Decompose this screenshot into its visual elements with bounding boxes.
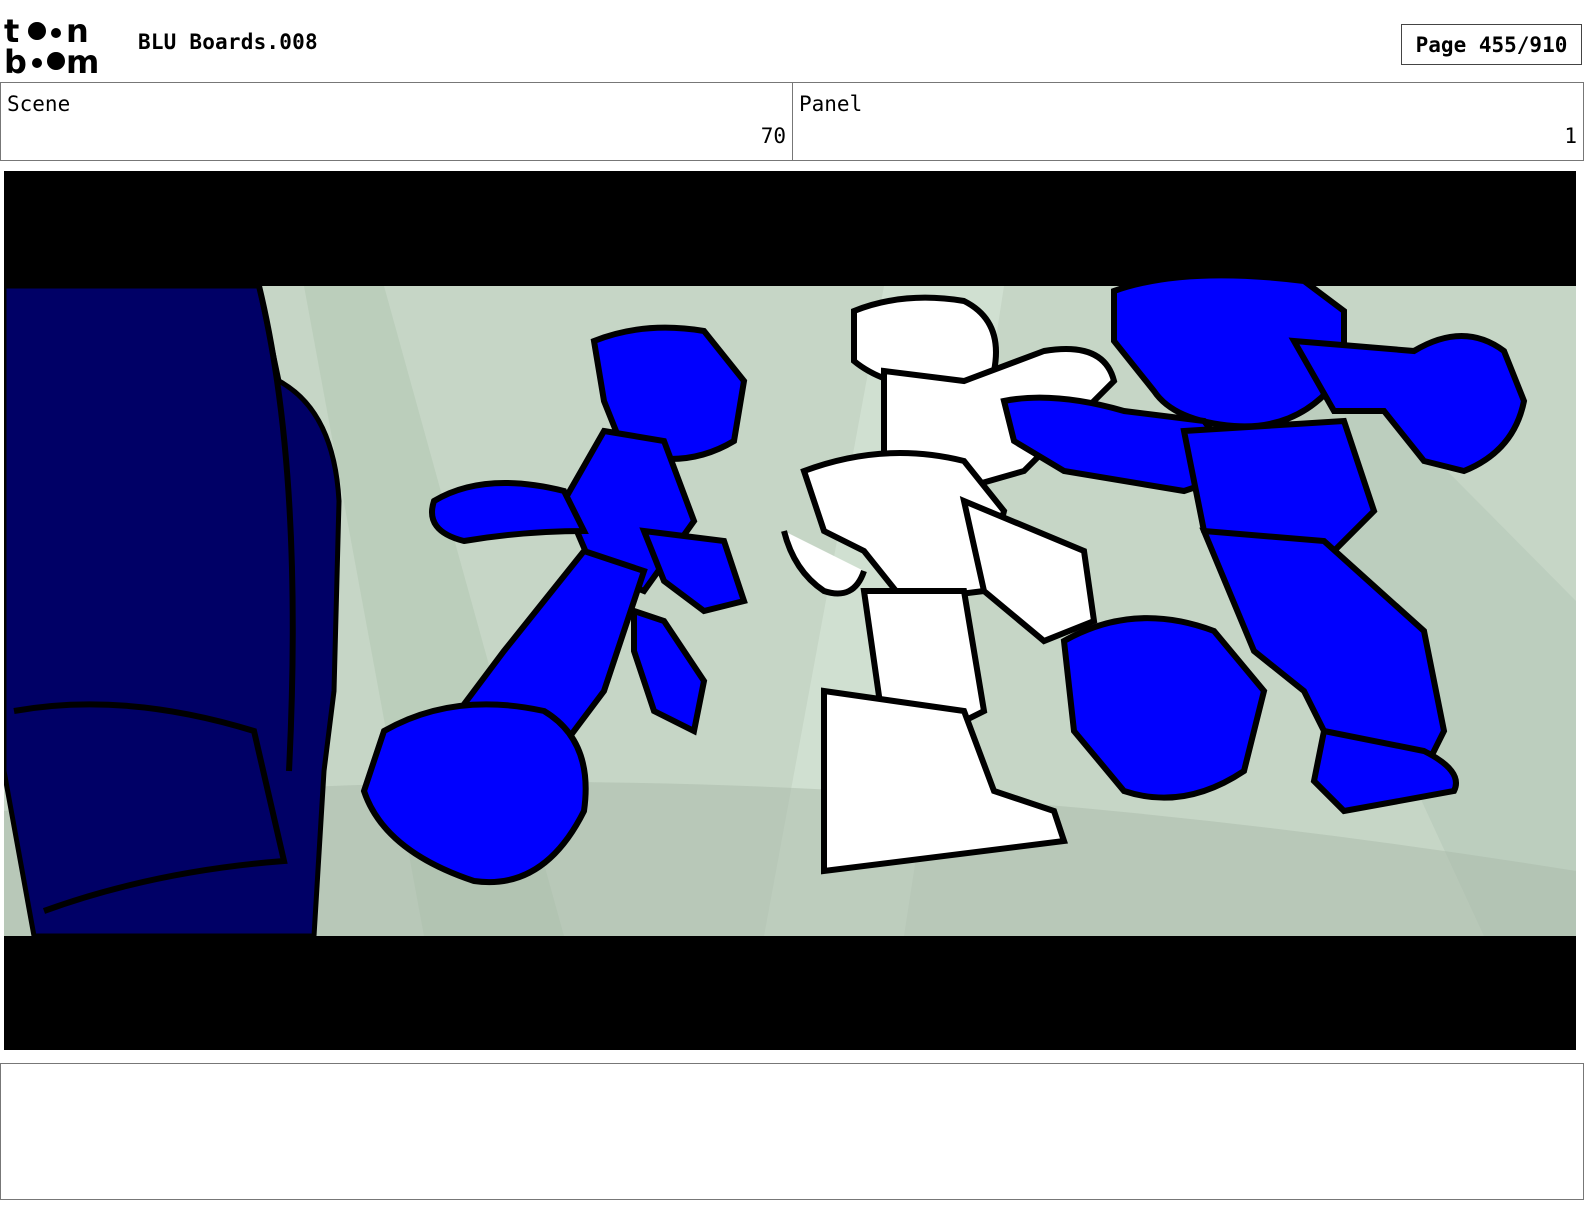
- panel-label: Panel: [799, 92, 863, 116]
- panel-value: 1: [1564, 124, 1577, 148]
- scene-label: Scene: [7, 92, 71, 116]
- svg-text:m: m: [66, 43, 99, 76]
- scene-panel-row: Scene 70 Panel 1: [0, 82, 1584, 161]
- notes-box[interactable]: [0, 1063, 1584, 1200]
- page-indicator: Page 455/910: [1401, 24, 1582, 65]
- svg-text:b: b: [4, 43, 27, 76]
- document-title: BLU Boards.008: [138, 30, 318, 54]
- scene-cell: Scene 70: [1, 83, 793, 160]
- storyboard-page: t n b m BLU Boards.008 Page 455/910 Scen…: [0, 0, 1584, 1224]
- letterbox-top: [4, 171, 1576, 286]
- scene-value: 70: [760, 124, 786, 148]
- panel-cell: Panel 1: [793, 83, 1583, 160]
- letterbox-bottom: [4, 936, 1576, 1050]
- toon-boom-logo: t n b m: [4, 14, 99, 76]
- artwork-drawing: [4, 171, 1576, 1050]
- storyboard-artwork: [4, 171, 1576, 1050]
